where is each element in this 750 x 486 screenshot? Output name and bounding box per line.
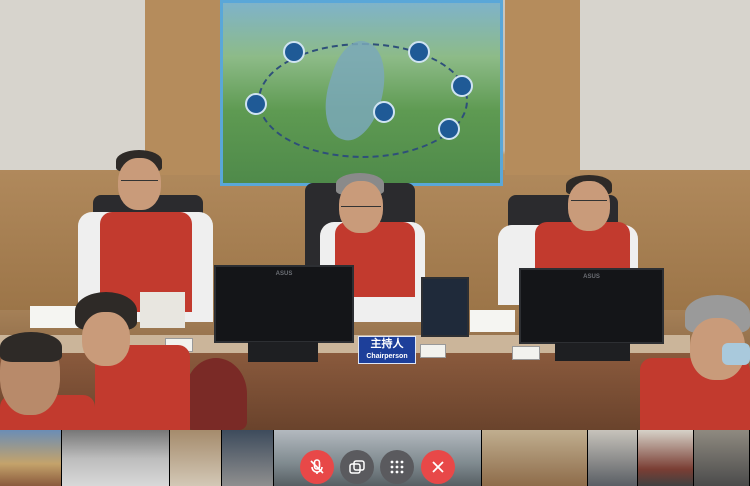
main-video-feed: ASUS ASUS 主持人 Chairperson xyxy=(0,0,750,430)
monitor-stand xyxy=(555,343,630,361)
paper-document xyxy=(470,310,515,332)
participant-thumbnail[interactable] xyxy=(588,430,638,486)
nameplate xyxy=(420,344,446,358)
leave-meeting-button[interactable] xyxy=(421,450,455,484)
close-icon xyxy=(432,461,444,473)
mute-microphone-button[interactable] xyxy=(300,450,334,484)
participant-thumbnails xyxy=(0,430,750,486)
camera-switch-icon xyxy=(349,460,365,474)
participant-thumbnail[interactable] xyxy=(0,430,62,486)
participant-thumbnail[interactable] xyxy=(694,430,750,486)
more-options-button[interactable] xyxy=(380,450,414,484)
poster-slogan xyxy=(253,153,478,167)
participant-thumbnail[interactable] xyxy=(638,430,694,486)
red-chair xyxy=(185,358,247,430)
monitor-brand: ASUS xyxy=(275,271,293,277)
monitor-stand xyxy=(248,342,318,362)
switch-camera-button[interactable] xyxy=(340,450,374,484)
wall-panel-right xyxy=(575,0,750,175)
grid-dots-icon xyxy=(390,460,404,474)
microphone-off-icon xyxy=(310,459,324,474)
nameplate xyxy=(512,346,540,360)
wall-poster xyxy=(220,0,503,186)
wood-pillar xyxy=(505,0,580,175)
participant-thumbnail[interactable] xyxy=(482,430,588,486)
monitor: ASUS xyxy=(214,265,354,343)
chair-sign-zh: 主持人 xyxy=(370,338,404,350)
tablet xyxy=(421,277,469,337)
participant-thumbnail[interactable] xyxy=(222,430,274,486)
chairperson-sign: 主持人 Chairperson xyxy=(358,336,416,364)
participant-thumbnail[interactable] xyxy=(170,430,222,486)
participant-thumbnail[interactable] xyxy=(62,430,170,486)
monitor: ASUS xyxy=(519,268,664,344)
wood-pillar xyxy=(145,0,220,175)
wall-panel-left xyxy=(0,0,145,170)
monitor-brand: ASUS xyxy=(583,274,600,280)
chair-sign-en: Chairperson xyxy=(366,353,408,360)
open-book xyxy=(140,292,185,328)
